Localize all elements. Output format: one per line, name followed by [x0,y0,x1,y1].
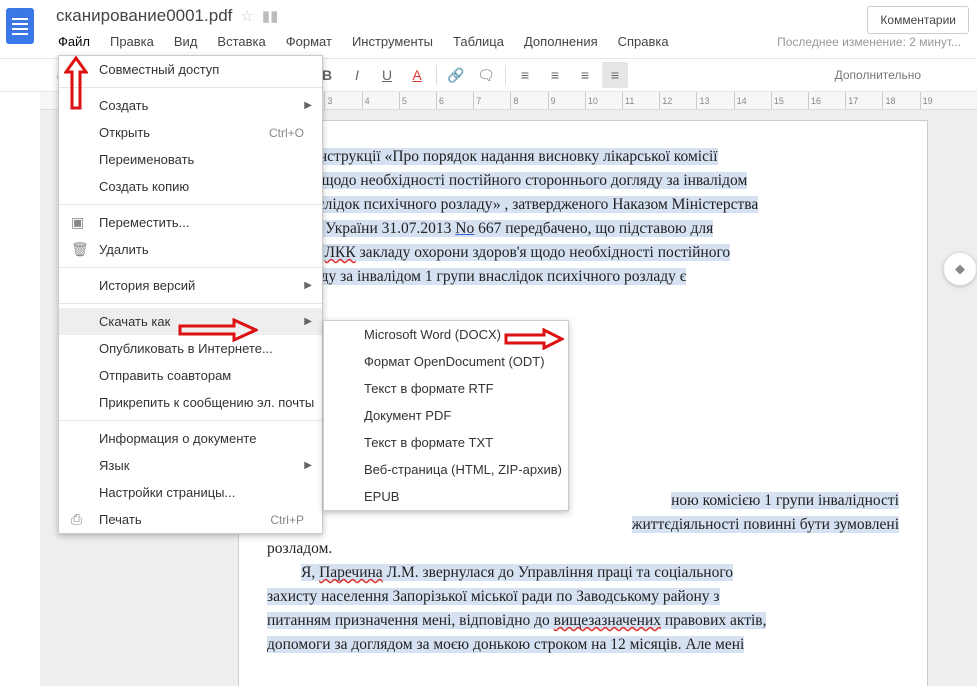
menu-insert[interactable]: Вставка [207,30,275,53]
doc-text[interactable]: ктом 4 Інструкції «Про порядок надання в… [267,148,718,165]
submenu-pdf[interactable]: Документ PDF [324,402,568,429]
ruler-tick: 12 [659,92,696,109]
ruler-tick: 4 [362,92,399,109]
submenu-html[interactable]: Веб-страница (HTML, ZIP-архив) [324,456,568,483]
folder-icon: ▣ [71,214,84,231]
doc-title[interactable]: сканирование0001.pdf [56,6,232,26]
menu-item-open[interactable]: ОткрытьCtrl+O [59,119,322,146]
chevron-right-icon: ▶ [304,280,312,291]
ruler-tick: 5 [399,92,436,109]
doc-text[interactable]: Паречина [319,564,383,581]
chevron-right-icon: ▶ [304,100,312,111]
doc-text[interactable]: правових актів, [661,612,766,629]
doc-text[interactable]: закладу охорони здоров'я щодо необхіднос… [356,244,731,261]
align-right-icon[interactable]: ≡ [572,62,598,88]
ruler-tick: 11 [622,92,659,109]
menu-item-history[interactable]: История версий▶ [59,272,322,299]
last-edit-label[interactable]: Последнее изменение: 2 минут... [777,35,969,49]
menu-format[interactable]: Формат [276,30,342,53]
chevron-right-icon: ▶ [304,316,312,327]
comment-icon[interactable]: 🗨 [473,62,499,88]
file-menu: Совместный доступ Создать▶ ОткрытьCtrl+O… [58,55,323,534]
menu-item-rename[interactable]: Переименовать [59,146,322,173]
ruler-tick: 19 [920,92,957,109]
menu-item-share[interactable]: Совместный доступ [59,56,322,83]
submenu-odt[interactable]: Формат OpenDocument (ODT) [324,348,568,375]
star-icon[interactable]: ☆ [240,7,253,25]
annotation-arrow-right [504,328,564,350]
doc-text[interactable]: розладом. [267,540,332,557]
ruler-tick: 10 [585,92,622,109]
menu-item-delete[interactable]: 🗑Удалить [59,236,322,263]
ruler-tick: 9 [548,92,585,109]
menu-addons[interactable]: Дополнения [514,30,608,53]
annotation-arrow-up [64,56,88,110]
menu-edit[interactable]: Правка [100,30,164,53]
menu-file[interactable]: Файл [48,30,100,53]
doc-text[interactable]: ною комісією 1 групи інвалідності [671,492,899,509]
doc-text[interactable]: життєдіяльності повинні бути зумовлені [632,516,899,533]
doc-text[interactable]: питанням призначення мені, відповідно до [267,612,554,629]
ruler-tick: 14 [734,92,771,109]
ruler-tick: 6 [436,92,473,109]
menu-item-email-collab[interactable]: Отправить соавторам [59,362,322,389]
menu-item-email-attach[interactable]: Прикрепить к сообщению эл. почты [59,389,322,416]
italic-icon[interactable]: I [344,62,370,88]
folder-icon[interactable]: ▮▮ [262,7,279,25]
menu-item-copy[interactable]: Создать копию [59,173,322,200]
comments-button[interactable]: Комментарии [867,6,969,34]
chevron-right-icon: ▶ [304,460,312,471]
doc-text[interactable]: No [455,220,474,237]
ruler-tick: 15 [771,92,808,109]
menu-table[interactable]: Таблица [443,30,514,53]
align-center-icon[interactable]: ≡ [542,62,568,88]
menu-item-print[interactable]: ⎙ПечатьCtrl+P [59,506,322,533]
explore-button[interactable]: ◆ [943,252,977,286]
menu-tools[interactable]: Инструменты [342,30,443,53]
annotation-arrow-right [178,318,258,342]
underline-icon[interactable]: U [374,62,400,88]
submenu-txt[interactable]: Текст в формате TXT [324,429,568,456]
doc-text[interactable]: Л.М. звернулася до Управління праці та с… [383,564,733,581]
menu-item-new[interactable]: Создать▶ [59,92,322,119]
ruler-tick: 8 [510,92,547,109]
menu-view[interactable]: Вид [164,30,208,53]
trash-icon: 🗑 [71,241,89,258]
doc-text[interactable]: ЛКК [324,244,355,261]
doc-text[interactable]: Я, [301,564,319,581]
ruler-tick: 17 [845,92,882,109]
submenu-epub[interactable]: EPUB [324,483,568,510]
menu-item-doc-info[interactable]: Информация о документе [59,425,322,452]
toolbar-more[interactable]: Дополнительно [835,68,927,82]
submenu-rtf[interactable]: Текст в формате RTF [324,375,568,402]
doc-text[interactable]: 667 передбачено, що підставою для [474,220,713,237]
doc-text[interactable]: вищезазначених [554,612,661,629]
align-left-icon[interactable]: ≡ [512,62,538,88]
docs-logo[interactable] [6,8,34,44]
menu-help[interactable]: Справка [608,30,679,53]
ruler-tick: 18 [882,92,919,109]
text-color-icon[interactable]: A [404,62,430,88]
doc-text[interactable]: допомоги за доглядом за моєю донькою стр… [267,636,744,653]
ruler-tick: 3 [324,92,361,109]
menubar: Файл Правка Вид Вставка Формат Инструмен… [40,26,977,53]
ruler-tick: 13 [696,92,733,109]
align-justify-icon[interactable]: ≡ [602,62,628,88]
menu-item-move[interactable]: ▣Переместить... [59,209,322,236]
menu-item-page-setup[interactable]: Настройки страницы... [59,479,322,506]
ruler-tick: 16 [808,92,845,109]
doc-text[interactable]: го догляду за інвалідом 1 групи внаслідо… [267,268,686,285]
header: Комментарии сканирование0001.pdf ☆ ▮▮ Фа… [40,0,977,58]
ruler-tick: 7 [473,92,510,109]
doc-text[interactable]: захисту населення Запорізької міської ра… [267,588,720,605]
menu-item-language[interactable]: Язык▶ [59,452,322,479]
doc-text[interactable]: упи внаслідок психічного розладу» , затв… [267,196,758,213]
link-icon[interactable]: 🔗 [443,62,469,88]
print-icon: ⎙ [71,511,82,528]
doc-text[interactable]: закладу щодо необхідності постійного сто… [267,172,747,189]
